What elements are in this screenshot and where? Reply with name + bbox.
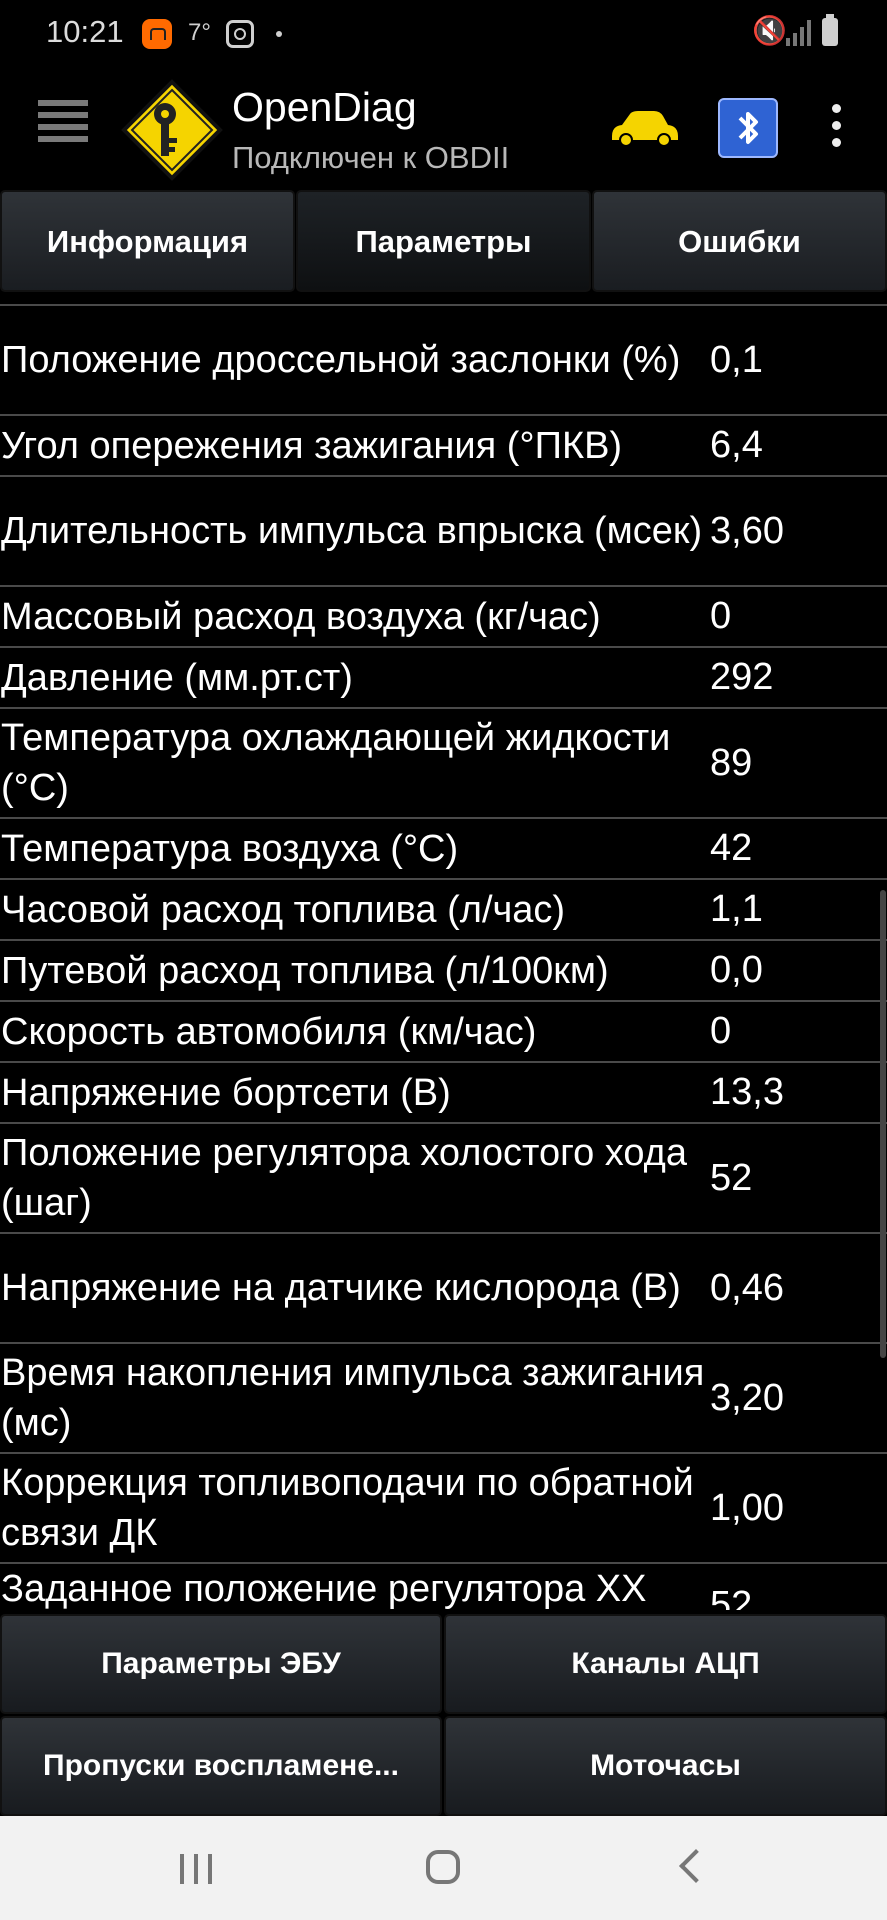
- connection-status: Подключен к OBDII: [232, 140, 510, 175]
- list-item: Заданное положение регулятора ХХ 52: [0, 1564, 887, 1610]
- list-item: Температура воздуха (°С) 42: [0, 819, 887, 880]
- param-name: Массовый расход воздуха (кг/час): [1, 595, 601, 638]
- list-item-cut: [0, 296, 887, 306]
- car-icon[interactable]: [608, 108, 680, 148]
- param-value: 52: [710, 1584, 753, 1610]
- list-scrollbar[interactable]: [880, 890, 886, 1358]
- hamburger-menu-icon[interactable]: [38, 100, 88, 156]
- param-name: Температура воздуха (°С): [1, 827, 459, 870]
- misfires-button[interactable]: Пропуски воспламене...: [0, 1716, 442, 1816]
- app-title: OpenDiag: [232, 84, 417, 130]
- param-value: 42: [710, 827, 753, 869]
- tab-errors[interactable]: Ошибки: [592, 190, 887, 292]
- param-name: Длительность импульса впрыска (мсек): [1, 510, 703, 552]
- bluetooth-icon[interactable]: [718, 98, 778, 158]
- status-bar: 10:21 7° 🔇: [0, 0, 887, 68]
- param-name: Положение дроссельной заслонки (%): [1, 339, 681, 381]
- param-name: Заданное положение регулятора ХХ: [1, 1568, 647, 1610]
- param-value: 0: [710, 1010, 732, 1052]
- param-value: 3,20: [710, 1376, 784, 1419]
- list-item: Напряжение бортсети (В) 13,3: [0, 1063, 887, 1124]
- status-time: 10:21: [46, 14, 124, 49]
- tab-parameters[interactable]: Параметры: [296, 190, 591, 292]
- list-item: Время накопления импульса зажигания (мс)…: [0, 1344, 887, 1454]
- param-value: 52: [710, 1156, 753, 1199]
- param-value: 292: [710, 656, 774, 698]
- param-value: 0,0: [710, 949, 763, 991]
- signal-strength-icon: [786, 20, 814, 46]
- instagram-notification-icon: [226, 20, 254, 48]
- list-item: Угол опережения зажигания (°ПКВ) 6,4: [0, 416, 887, 477]
- param-name: Напряжение на датчике кислорода (В): [1, 1267, 681, 1309]
- param-name: Время накопления импульса зажигания (мс): [1, 1352, 705, 1444]
- bottom-button-panel: Параметры ЭБУ Каналы АЦП Пропуски воспла…: [0, 1612, 887, 1816]
- list-item: Температура охлаждающей жидкости (°С) 89: [0, 709, 887, 819]
- param-name: Угол опережения зажигания (°ПКВ): [1, 424, 623, 467]
- tab-info[interactable]: Информация: [0, 190, 295, 292]
- battery-icon: [822, 14, 838, 46]
- opendiag-logo-icon: [121, 79, 223, 181]
- list-item: Напряжение на датчике кислорода (В) 0,46: [0, 1234, 887, 1344]
- list-item: Давление (мм.рт.ст) 292: [0, 648, 887, 709]
- param-name: Коррекция топливоподачи по обратной связ…: [1, 1462, 694, 1554]
- param-value: 3,60: [710, 509, 784, 552]
- list-item: Длительность импульса впрыска (мсек) 3,6…: [0, 477, 887, 587]
- list-item: Путевой расход топлива (л/100км) 0,0: [0, 941, 887, 1002]
- recent-apps-icon[interactable]: [180, 1854, 214, 1884]
- param-name: Положение регулятора холостого хода (шаг…: [1, 1132, 687, 1224]
- parameters-list[interactable]: Положение дроссельной заслонки (%) 0,1 У…: [0, 296, 887, 1610]
- app-bar: OpenDiag Подключен к OBDII: [0, 68, 887, 188]
- param-value: 1,1: [710, 888, 763, 930]
- more-notifications-dot-icon: [276, 31, 282, 37]
- param-name: Путевой расход топлива (л/100км): [1, 949, 609, 992]
- weather-temperature: 7°: [188, 19, 211, 46]
- mute-icon: 🔇: [752, 15, 787, 46]
- list-item: Часовой расход топлива (л/час) 1,1: [0, 880, 887, 941]
- list-item: Коррекция топливоподачи по обратной связ…: [0, 1454, 887, 1564]
- list-item: Массовый расход воздуха (кг/час) 0: [0, 587, 887, 648]
- home-icon[interactable]: [426, 1850, 460, 1884]
- list-item: Скорость автомобиля (км/час) 0: [0, 1002, 887, 1063]
- param-name: Давление (мм.рт.ст): [1, 656, 353, 699]
- system-navigation-bar: [0, 1816, 887, 1920]
- param-name: Температура охлаждающей жидкости (°С): [1, 717, 671, 809]
- param-value: 0,1: [710, 338, 763, 381]
- back-icon[interactable]: [679, 1849, 713, 1883]
- param-name: Напряжение бортсети (В): [1, 1071, 451, 1114]
- engine-hours-button[interactable]: Моточасы: [444, 1716, 887, 1816]
- ecu-parameters-button[interactable]: Параметры ЭБУ: [0, 1614, 442, 1714]
- overflow-menu-icon[interactable]: [832, 104, 842, 152]
- tab-bar: Информация Параметры Ошибки: [0, 190, 887, 292]
- param-value: 0,46: [710, 1266, 784, 1309]
- param-name: Часовой расход топлива (л/час): [1, 888, 566, 931]
- list-item: Положение регулятора холостого хода (шаг…: [0, 1124, 887, 1234]
- adc-channels-button[interactable]: Каналы АЦП: [444, 1614, 887, 1714]
- list-item: Положение дроссельной заслонки (%) 0,1: [0, 306, 887, 416]
- param-name: Скорость автомобиля (км/час): [1, 1010, 537, 1053]
- param-value: 89: [710, 741, 753, 784]
- param-value: 0: [710, 595, 732, 637]
- mi-app-notification-icon: [142, 19, 172, 49]
- param-value: 13,3: [710, 1071, 784, 1113]
- param-value: 1,00: [710, 1486, 784, 1529]
- param-value: 6,4: [710, 424, 763, 466]
